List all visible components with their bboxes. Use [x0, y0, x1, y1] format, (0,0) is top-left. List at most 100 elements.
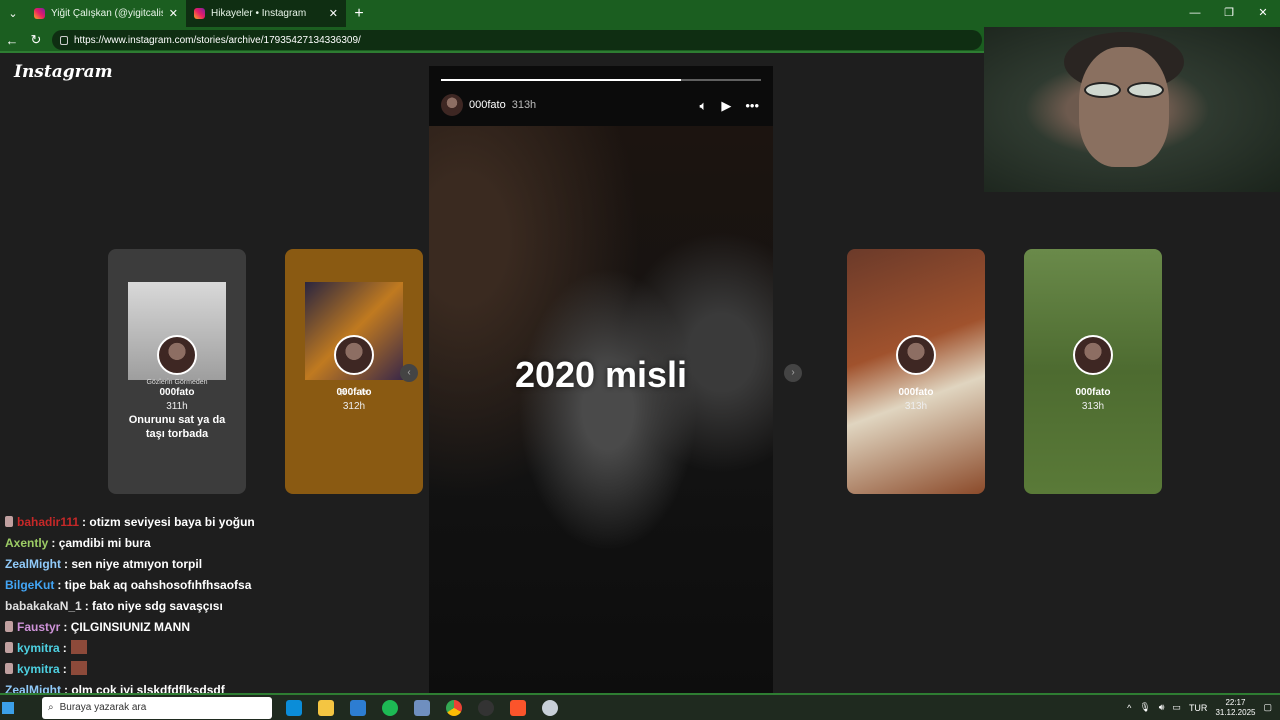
chat-text: : ÇILGINSIUNIZ MANN	[63, 620, 191, 634]
chat-text: : fato niye sdg savaşçısı	[84, 599, 223, 613]
stream-chat: bahadir111: otizm seviyesi baya bi yoğun…	[5, 512, 425, 701]
card-time: 312h	[342, 401, 366, 412]
taskbar-search-input[interactable]: ⌕ Buraya yazarak ara	[42, 696, 272, 719]
card-time: 313h	[1081, 401, 1105, 412]
story-header: 000fato 313h	[441, 94, 536, 116]
chat-text: :	[62, 641, 67, 655]
file-explorer-icon[interactable]	[318, 699, 334, 716]
url-text: https://www.instagram.com/stories/archiv…	[74, 34, 361, 46]
browser-tab-bar: ⌄ Yiğit Çalışkan (@yigitcaliskan_) • I ✕…	[0, 0, 1280, 27]
volume-icon[interactable]: 🔊︎	[1159, 702, 1165, 713]
next-story-chevron-icon[interactable]: ›	[784, 364, 802, 382]
chat-username[interactable]: bahadir111	[17, 515, 79, 529]
close-tab-icon[interactable]: ✕	[329, 7, 338, 20]
vpn-icon[interactable]	[542, 699, 558, 716]
chat-message: babakakaN_1: fato niye sdg savaşçısı	[5, 596, 425, 617]
clock[interactable]: 22:17 31.12.2025	[1215, 698, 1255, 718]
card-time: 311h	[166, 401, 188, 412]
avatar	[1073, 335, 1113, 375]
chat-message: kymitra:	[5, 659, 425, 680]
brave-icon[interactable]	[510, 699, 526, 716]
tab-menu-chevron-icon[interactable]: ⌄	[0, 0, 26, 27]
chat-message: Axently: çamdibi mi bura	[5, 533, 425, 554]
calculator-icon[interactable]	[414, 699, 430, 716]
taskbar-search-text: Buraya yazarak ara	[59, 702, 147, 713]
card-username: 000fato	[336, 387, 372, 398]
chat-text: : çamdibi mi bura	[51, 536, 151, 550]
windows-taskbar: ⌕ Buraya yazarak ara ^ 🎙︎ 🔊︎ ▭ TUR 22:17…	[0, 693, 1280, 720]
card-username: 000fato	[1075, 387, 1111, 398]
story-progress-fill	[441, 79, 681, 81]
close-tab-icon[interactable]: ✕	[169, 7, 178, 20]
url-input[interactable]: https://www.instagram.com/stories/archiv…	[52, 30, 982, 50]
obs-icon[interactable]	[478, 699, 494, 716]
chat-badge-icon	[5, 516, 13, 527]
story-progress-bar	[441, 79, 761, 81]
chat-message: bahadir111: otizm seviyesi baya bi yoğun	[5, 512, 425, 533]
site-info-icon[interactable]	[60, 35, 68, 45]
back-arrow-icon[interactable]: ←	[0, 33, 24, 48]
close-window-icon[interactable]: ✕	[1246, 0, 1280, 27]
reload-icon[interactable]: ↻	[24, 32, 48, 48]
chat-emote-icon	[70, 661, 87, 675]
instagram-logo[interactable]: Instagram	[14, 62, 113, 82]
chat-text: : tipe bak aq oahshosofıhfhsaofsa	[57, 578, 252, 592]
start-windows-icon[interactable]	[2, 701, 14, 714]
spotify-icon[interactable]	[382, 699, 398, 716]
card-caption: Onurunu sat ya da taşı torbada	[128, 414, 226, 440]
card-thumb-text: Gözlerin Görmeden	[146, 379, 208, 386]
chat-message: BilgeKut: tipe bak aq oahshosofıhfhsaofs…	[5, 575, 425, 596]
chat-text: : otizm seviyesi baya bi yoğun	[82, 515, 255, 529]
chat-username[interactable]: babakakaN_1	[5, 599, 82, 613]
tab-title: Hikayeler • Instagram	[211, 8, 307, 19]
system-tray: ^ 🎙︎ 🔊︎ ▭ TUR 22:17 31.12.2025 ▢	[1127, 695, 1272, 720]
clock-time: 22:17	[1225, 697, 1246, 707]
microphone-icon[interactable]: 🎙︎	[1139, 702, 1150, 713]
window-controls: — ❐ ✕	[1178, 0, 1280, 27]
story-card[interactable]: 000fato 313h	[847, 249, 985, 494]
restore-icon[interactable]: ❐	[1212, 0, 1246, 27]
store-icon[interactable]	[350, 699, 366, 716]
story-username[interactable]: 000fato	[469, 99, 506, 111]
chat-text: : sen niye atmıyon torpil	[64, 557, 203, 571]
card-time: 313h	[904, 401, 928, 412]
chrome-icon[interactable]	[446, 699, 462, 716]
story-text-overlay: 2020 misli	[514, 354, 688, 395]
tab-profile[interactable]: Yiğit Çalışkan (@yigitcaliskan_) • I ✕	[26, 0, 186, 27]
edge-icon[interactable]	[286, 699, 302, 716]
avatar	[334, 335, 374, 375]
more-options-icon[interactable]: •••	[745, 98, 759, 114]
chat-message: Faustyr: ÇILGINSIUNIZ MANN	[5, 617, 425, 638]
tab-stories[interactable]: Hikayeler • Instagram ✕	[186, 0, 346, 27]
volume-icon[interactable]: 🔈︎	[700, 98, 708, 114]
chat-username[interactable]: Faustyr	[17, 620, 60, 634]
story-viewer[interactable]: 000fato 313h 🔈︎ ▶ ••• 2020 misli	[429, 66, 773, 693]
language-indicator[interactable]: TUR	[1189, 703, 1208, 713]
chat-badge-icon	[5, 663, 13, 674]
chat-username[interactable]: ZealMight	[5, 557, 61, 571]
chevron-up-icon[interactable]: ^	[1127, 703, 1131, 713]
chat-message: ZealMight: sen niye atmıyon torpil	[5, 554, 425, 575]
story-controls: 🔈︎ ▶ •••	[700, 98, 759, 114]
chat-username[interactable]: kymitra	[17, 641, 60, 655]
story-card[interactable]: Gözlerin Görmeden 000fato 311h Onurunu s…	[108, 249, 246, 494]
chat-username[interactable]: BilgeKut	[5, 578, 54, 592]
clock-date: 31.12.2025	[1215, 707, 1256, 717]
story-card[interactable]: 000fato 313h	[1024, 249, 1162, 494]
chat-badge-icon	[5, 621, 13, 632]
minimize-icon[interactable]: —	[1178, 0, 1212, 27]
chat-message: kymitra:	[5, 638, 425, 659]
play-icon[interactable]: ▶	[721, 98, 731, 114]
previous-story-chevron-icon[interactable]: ‹	[400, 364, 418, 382]
webcam-overlay	[984, 27, 1280, 192]
chat-username[interactable]: Axently	[5, 536, 48, 550]
notifications-icon[interactable]: ▢	[1263, 702, 1272, 713]
story-time: 313h	[511, 99, 537, 111]
new-tab-button[interactable]: +	[346, 5, 372, 23]
chat-username[interactable]: kymitra	[17, 662, 60, 676]
chat-badge-icon	[5, 642, 13, 653]
chat-text: :	[62, 662, 67, 676]
avatar[interactable]	[441, 94, 463, 116]
card-username: 000fato	[159, 387, 195, 398]
battery-icon[interactable]: ▭	[1172, 702, 1181, 713]
